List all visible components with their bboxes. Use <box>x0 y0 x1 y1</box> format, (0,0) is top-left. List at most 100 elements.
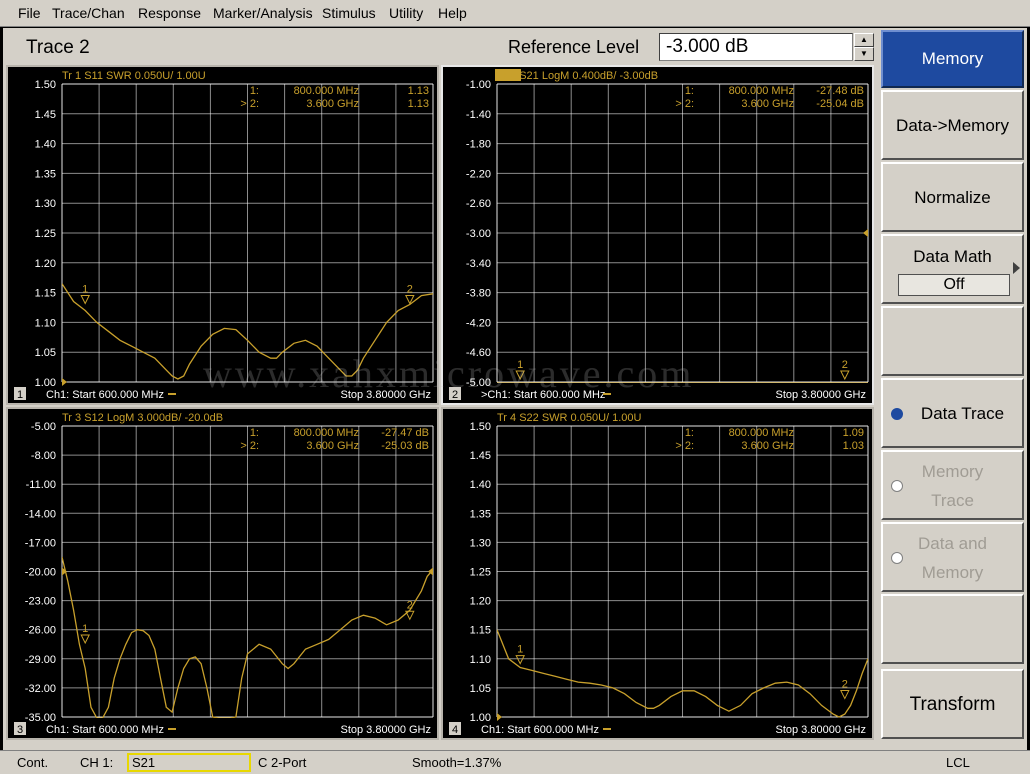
normalize-softkey[interactable]: Normalize <box>881 162 1024 232</box>
y-tick-label: -11.00 <box>26 479 56 491</box>
y-tick-label: -5.00 <box>31 421 56 433</box>
analyzer-window: Trace 2 Reference Level -3.000 dB ▲ ▼ 1.… <box>3 28 1027 773</box>
start-frequency-label: Ch1: Start 600.000 MHz <box>46 724 164 736</box>
y-tick-label: 1.30 <box>35 198 56 210</box>
y-tick-label: -32.00 <box>25 683 56 695</box>
menu-trace-chan[interactable]: Trace/Chan <box>52 5 125 21</box>
menu-marker-analysis[interactable]: Marker/Analysis <box>213 5 313 21</box>
y-tick-label: -23.00 <box>25 596 56 608</box>
menu-help[interactable]: Help <box>438 5 467 21</box>
menu-stimulus[interactable]: Stimulus <box>322 5 376 21</box>
marker-label: 2 <box>407 284 413 296</box>
submenu-arrow-icon <box>1013 262 1020 274</box>
marker-number: > 2: <box>675 440 694 452</box>
marker-value: -27.48 dB <box>816 85 864 97</box>
measurement-status[interactable]: S21 <box>127 753 251 772</box>
trace-panel-2[interactable]: -1.00 -1.40 -1.80 -2.20 -2.60 -3.00 -3.40 -3.80… <box>441 65 874 405</box>
data-and-memory-softkey[interactable]: Data and Memory <box>881 522 1024 592</box>
memory-trace-label-2: Trace <box>931 491 974 510</box>
marker-number: 1: <box>250 85 259 97</box>
marker-value: 1.09 <box>843 427 864 439</box>
trace-panel-3[interactable]: -5.00 -8.00 -11.00 -14.00 -17.00 -20.00 -23.00… <box>6 407 439 740</box>
y-tick-label: -17.00 <box>25 537 56 549</box>
memory-trace-label-1: Memory <box>921 462 984 481</box>
reference-arrow-icon <box>497 713 502 721</box>
y-tick-label: 1.35 <box>470 508 491 520</box>
y-tick-label: -2.60 <box>466 198 491 210</box>
y-tick-label: 1.15 <box>470 625 491 637</box>
trace-panel-1[interactable]: 1.50 1.45 1.40 1.35 1.30 1.25 1.20 1.15 1.10 1.05… <box>6 65 439 405</box>
y-tick-label: -3.00 <box>466 228 491 240</box>
transform-label: Transform <box>909 694 996 715</box>
start-frequency-label: >Ch1: Start 600.000 MHz <box>481 389 605 401</box>
reference-level-input[interactable]: -3.000 dB <box>659 33 853 61</box>
marker-triangle-icon <box>80 634 90 645</box>
smoothing-status: Smooth=1.37% <box>412 755 502 770</box>
marker-number: 1: <box>685 85 694 97</box>
data-trace-softkey[interactable]: Data Trace <box>881 378 1024 448</box>
marker-frequency: 800.000 MHz <box>729 427 794 439</box>
y-tick-label: 1.00 <box>470 712 491 724</box>
marker-number: > 2: <box>240 98 259 110</box>
data-to-memory-softkey[interactable]: Data->Memory <box>881 90 1024 160</box>
marker-label: 2 <box>842 679 848 691</box>
data-trace-label: Data Trace <box>920 404 1005 423</box>
trace-4-plot: 1.50 1.45 1.40 1.35 1.30 1.25 1.20 1.15 1.10 1.05… <box>449 412 869 736</box>
calibration-status: C 2-Port <box>258 755 307 770</box>
start-frequency-label: Ch1: Start 600.000 MHz <box>46 389 164 401</box>
marker-triangle-icon <box>515 655 525 665</box>
status-bar: Cont. CH 1: S21 C 2-Port Smooth=1.37% LC… <box>0 750 1030 774</box>
marker-frequency: 3.600 GHz <box>741 440 794 452</box>
trace-header-label: Tr 2 S21 LogM 0.400dB/ -3.00dB <box>497 70 658 82</box>
spin-up-icon[interactable]: ▲ <box>854 33 874 47</box>
y-tick-label: -3.80 <box>466 288 491 300</box>
menu-utility[interactable]: Utility <box>389 5 423 21</box>
y-tick-label: -4.20 <box>466 317 491 329</box>
y-tick-label: 1.50 <box>470 421 491 433</box>
channel-number: 1 <box>17 389 23 401</box>
y-tick-label: 1.05 <box>470 683 491 695</box>
start-frequency-label: Ch1: Start 600.000 MHz <box>481 724 599 736</box>
marker-triangle-icon <box>80 295 90 305</box>
channel-number: 2 <box>452 389 458 401</box>
y-tick-label: 1.35 <box>35 168 56 180</box>
trace-header-label: Tr 3 S12 LogM 3.000dB/ -20.0dB <box>62 412 223 424</box>
y-tick-label: 1.25 <box>470 567 491 579</box>
blank-softkey-1 <box>881 306 1024 376</box>
data-and-memory-label-1: Data and <box>918 534 987 553</box>
y-tick-label: 1.00 <box>35 377 56 389</box>
menu-response[interactable]: Response <box>138 5 201 21</box>
data-math-value: Off <box>898 274 1010 296</box>
marker-number: > 2: <box>240 440 259 452</box>
reference-arrow-icon <box>863 229 868 237</box>
reference-level-label: Reference Level <box>508 37 640 57</box>
transform-softkey[interactable]: Transform <box>881 669 1024 739</box>
marker-frequency: 800.000 MHz <box>729 85 794 97</box>
y-tick-label: -26.00 <box>25 625 56 637</box>
trace-1-plot: 1.50 1.45 1.40 1.35 1.30 1.25 1.20 1.15 1.10 1.05… <box>14 70 434 401</box>
memory-softkey-label: Memory <box>921 49 984 68</box>
menu-bar: File Trace/Chan Response Marker/Analysis… <box>0 0 1030 27</box>
marker-label: 1 <box>82 623 88 635</box>
marker-triangle-icon <box>515 370 525 381</box>
marker-triangle-icon <box>840 370 850 381</box>
menu-file[interactable]: File <box>18 5 41 21</box>
spin-down-icon[interactable]: ▼ <box>854 47 874 61</box>
data-math-softkey[interactable]: Data Math Off <box>881 234 1024 304</box>
y-tick-label: -1.00 <box>466 79 491 91</box>
marker-frequency: 800.000 MHz <box>294 85 359 97</box>
trace-panel-4[interactable]: 1.50 1.45 1.40 1.35 1.30 1.25 1.20 1.15 1.10 1.05… <box>441 407 874 740</box>
marker-value: 1.13 <box>408 85 429 97</box>
stop-frequency-label: Stop 3.80000 GHz <box>340 724 431 736</box>
normalize-label: Normalize <box>914 188 991 207</box>
marker-label: 2 <box>842 359 848 371</box>
marker-value: -25.03 dB <box>381 440 429 452</box>
marker-frequency: 3.600 GHz <box>741 98 794 110</box>
memory-softkey[interactable]: Memory <box>881 30 1024 88</box>
y-tick-label: 1.30 <box>470 537 491 549</box>
marker-label: 2 <box>407 599 413 611</box>
memory-trace-softkey[interactable]: Memory Trace <box>881 450 1024 520</box>
y-tick-label: 1.40 <box>35 139 56 151</box>
stop-frequency-label: Stop 3.80000 GHz <box>775 389 866 401</box>
blank-softkey-2 <box>881 594 1024 664</box>
